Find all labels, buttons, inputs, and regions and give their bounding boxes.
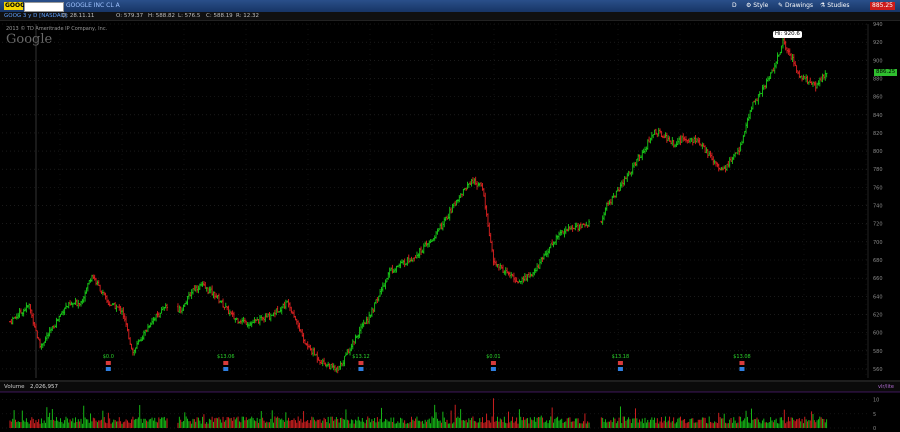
event-label: $13.08 <box>733 354 751 360</box>
price-tick-label: 680 <box>873 258 883 264</box>
grid-lines <box>2 23 869 378</box>
event-marker-red <box>105 361 111 365</box>
price-chart[interactable]: 560 580 600 620 640 660 680 700 720 740 760 780 800 8… <box>0 0 900 432</box>
volume-note: vlr/lite <box>878 384 894 390</box>
event-label: $13.18 <box>612 354 630 360</box>
price-tick-label: 580 <box>873 349 883 355</box>
event-marker-red <box>739 361 745 365</box>
event-marker-blue <box>105 367 111 371</box>
event-marker-red <box>617 361 623 365</box>
event-marker-blue <box>617 367 623 371</box>
price-tick-label: 840 <box>873 113 883 119</box>
volume-header <box>0 382 900 392</box>
price-tick-label: 940 <box>873 22 883 28</box>
price-tick-label: 820 <box>873 131 883 137</box>
price-tick-label: 740 <box>873 204 883 210</box>
price-tick-label: 700 <box>873 240 883 246</box>
price-tick-label: 780 <box>873 167 883 173</box>
price-tick-label: 860 <box>873 95 883 101</box>
price-tick-label: 760 <box>873 185 883 191</box>
event-label: $13.12 <box>352 354 370 360</box>
volume-bars <box>9 398 828 428</box>
event-marker-blue <box>358 367 364 371</box>
dividend-events: $0.0 $13.06 $13.12 $0.01 $13.18 $13.08 <box>103 354 751 371</box>
price-tick-label: 800 <box>873 149 883 155</box>
volume-tick-label: 5 <box>873 412 876 418</box>
event-marker-blue <box>490 367 496 371</box>
volume-label: Volume <box>4 384 25 390</box>
price-tick-label: 560 <box>873 367 883 373</box>
event-label: $0.0 <box>103 354 114 360</box>
price-tick-label: 920 <box>873 40 883 46</box>
event-marker-red <box>223 361 229 365</box>
volume-axis: 0 5 10 <box>873 398 879 432</box>
event-marker-red <box>358 361 364 365</box>
volume-panel <box>0 380 900 429</box>
event-label: $0.01 <box>486 354 500 360</box>
price-tick-label: 620 <box>873 312 883 318</box>
event-marker-red <box>490 361 496 365</box>
price-tick-label: 900 <box>873 58 883 64</box>
event-marker-blue <box>739 367 745 371</box>
price-tick-label: 880 <box>873 76 883 82</box>
price-tick-label: 600 <box>873 331 883 337</box>
volume-tick-label: 10 <box>873 398 879 404</box>
volume-tick-label: 0 <box>873 426 876 432</box>
price-tick-label: 720 <box>873 222 883 228</box>
event-marker-blue <box>223 367 229 371</box>
event-label: $13.06 <box>217 354 235 360</box>
high-marker-label: Hi: 920.6 <box>772 30 802 38</box>
volume-value: 2,026,957 <box>30 384 58 390</box>
price-tick-label: 640 <box>873 294 883 300</box>
last-price-label: 886.25 <box>874 68 898 76</box>
price-tick-label: 660 <box>873 276 883 282</box>
